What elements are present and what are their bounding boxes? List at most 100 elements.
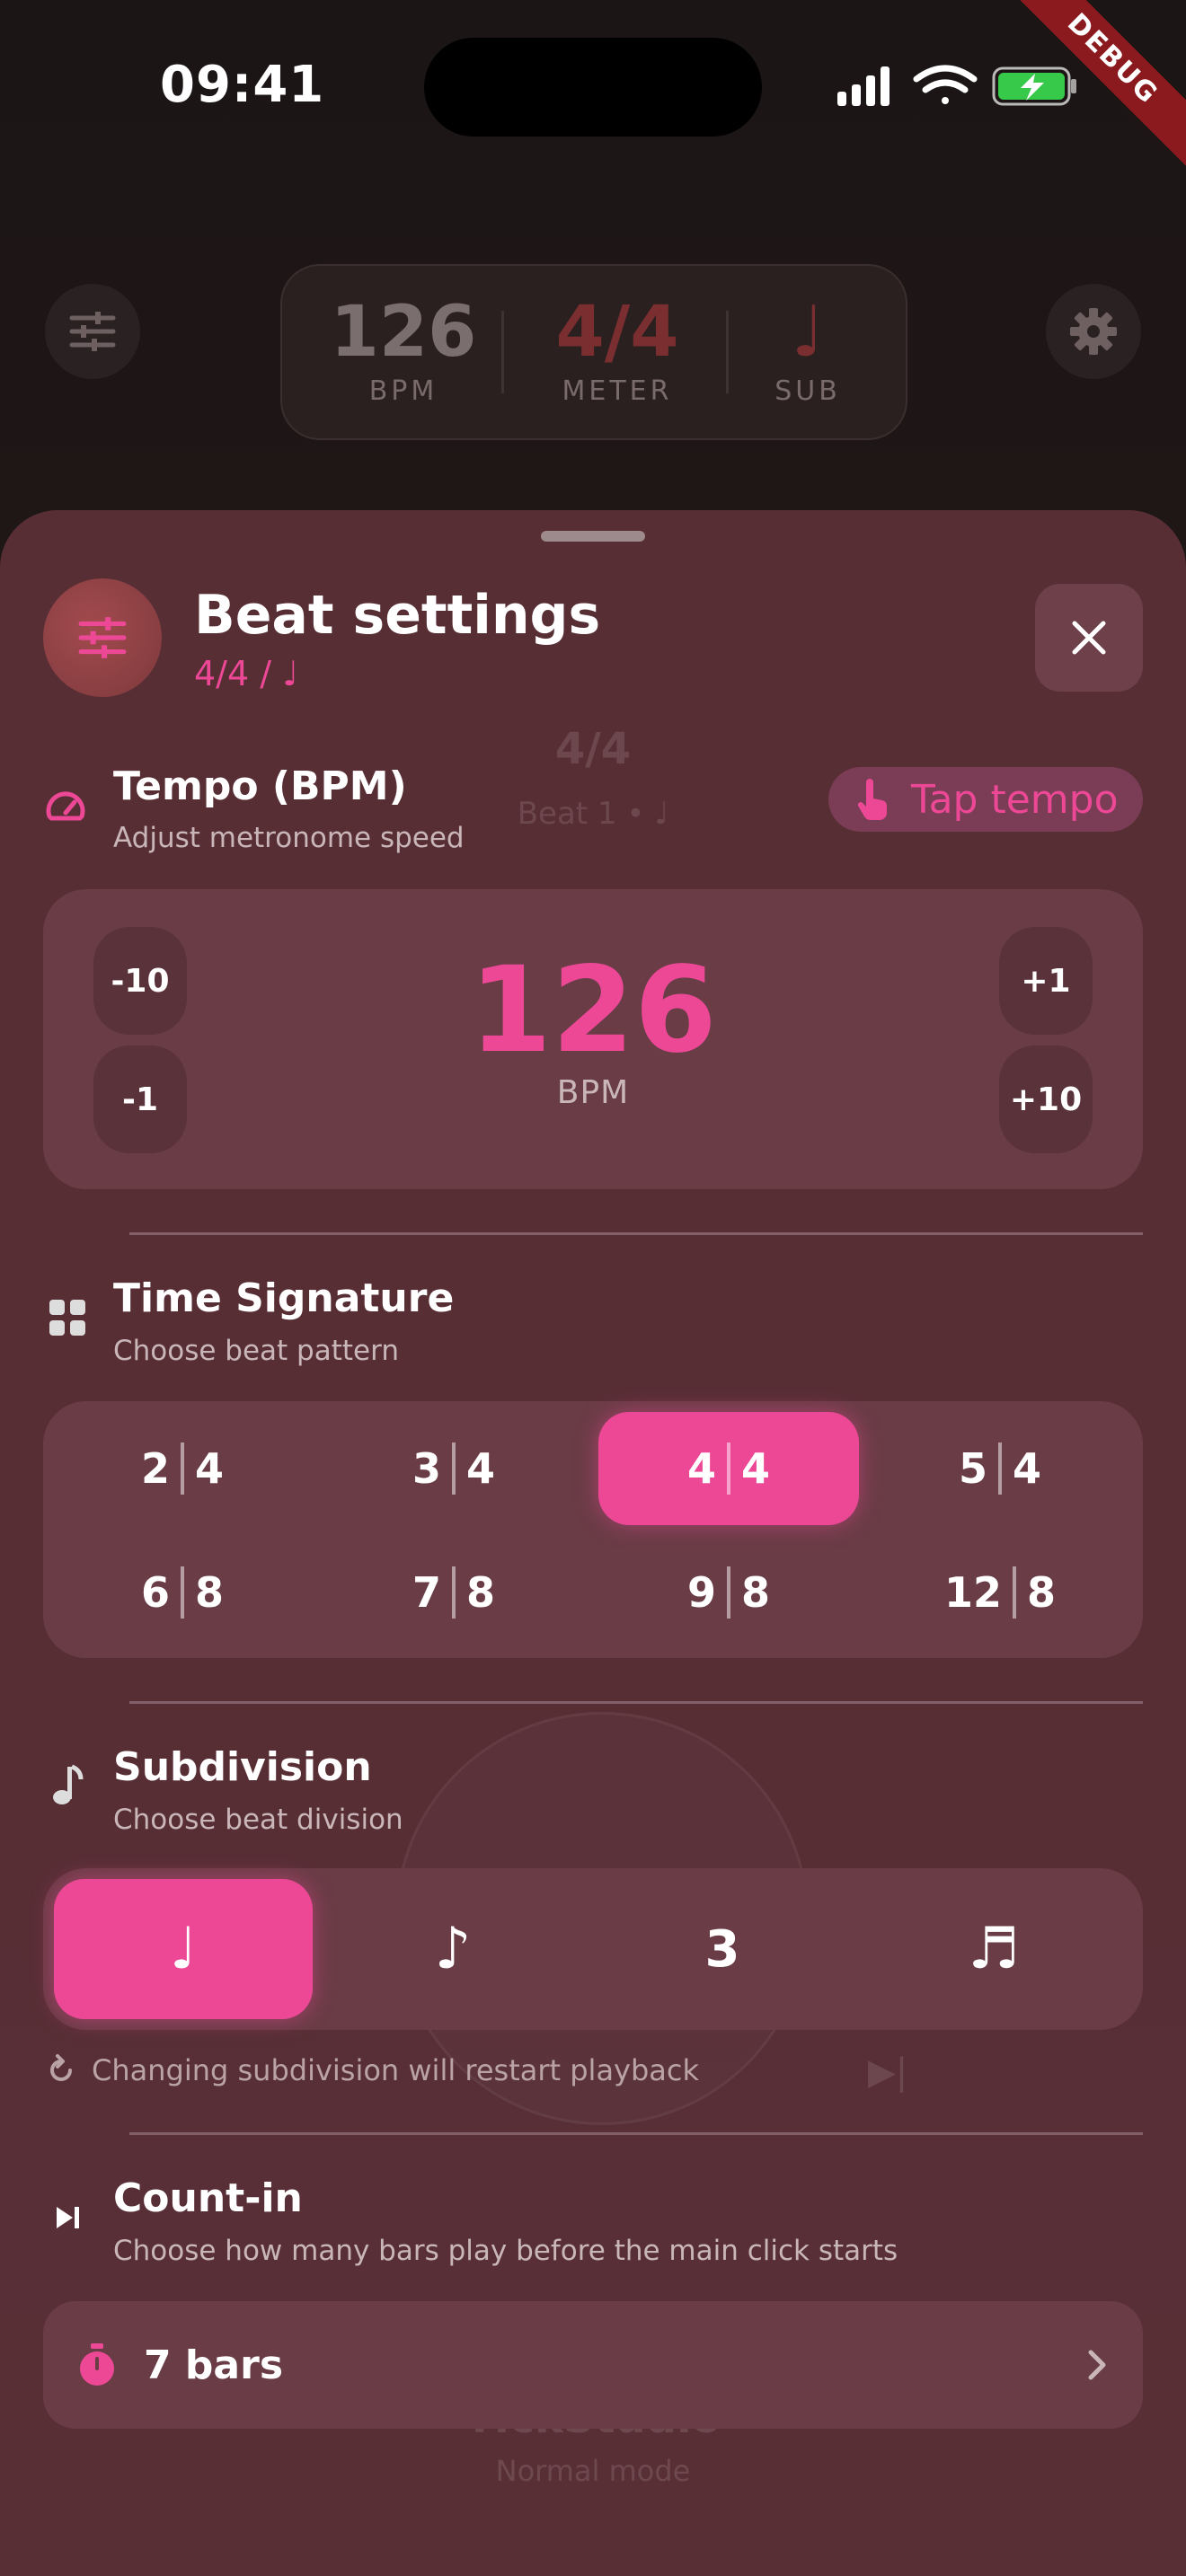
plus-1-button[interactable]: +1 [999,927,1093,1035]
stopwatch-icon [80,2343,114,2386]
tap-tempo-button[interactable]: Tap tempo [828,767,1143,832]
subdivision-symbol: 3 [704,1919,740,1979]
subdivision-subtitle: Choose beat division [113,1804,403,1836]
subdivision-option[interactable]: ♬ [864,1879,1123,2019]
battery-icon [992,66,1076,106]
ts-separator [452,1442,456,1495]
music-note-icon [45,1762,90,1807]
subdivision-title: Subdivision [113,1744,372,1790]
chevron-right-icon [1088,2350,1106,2380]
sheet-subtitle: 4/4 / ♩ [194,654,299,693]
time-signature-option[interactable]: 78 [323,1536,584,1649]
section-divider [129,1701,1143,1704]
gear-icon [1070,308,1117,355]
ts-numerator: 4 [686,1444,716,1493]
sliders-icon [69,312,116,351]
restart-icon [50,2054,72,2081]
bpm-unit-label: BPM [556,1074,630,1111]
time-signature-option[interactable]: 44 [598,1412,859,1525]
minus-1-button[interactable]: -1 [93,1045,187,1153]
hud-meter-label: METER [562,375,673,407]
hud-bpm-value: 126 [330,292,477,373]
count-in-selector[interactable]: 7 bars [43,2301,1143,2429]
time-signature-option[interactable]: 12 8 [870,1536,1130,1649]
ts-separator [998,1442,1002,1495]
hud-divider [726,311,729,393]
plus-10-button[interactable]: +10 [999,1045,1093,1153]
time-signature-option[interactable]: 68 [52,1536,313,1649]
sheet-header-icon [43,578,162,697]
close-icon [1072,621,1106,655]
ts-separator [727,1442,730,1495]
ts-denominator: 8 [1027,1568,1057,1617]
tap-tempo-label: Tap tempo [911,776,1119,823]
ts-numerator: 9 [686,1568,716,1617]
hud-sub-value: ♩ [791,292,825,373]
settings-button[interactable] [1046,284,1141,379]
time-signature-subtitle: Choose beat pattern [113,1335,399,1367]
hud-meter-value: 4/4 [555,292,679,373]
time-signature-option[interactable]: 54 [870,1412,1130,1525]
sheet-title: Beat settings [194,584,601,647]
tap-hand-icon [857,779,888,820]
hud-bpm-label: BPM [368,375,438,407]
subdivision-restart-note: Changing subdivision will restart playba… [45,2053,699,2087]
subdivision-symbol: ♬ [968,1916,1020,1982]
tempo-hud[interactable]: 126 BPM 4/4 METER ♩ SUB [280,264,907,440]
ts-denominator: 8 [466,1568,496,1617]
bg-beat: Beat 1 • ♩ [517,796,669,832]
time-signature-option[interactable]: 98 [598,1536,859,1649]
signal-icon [837,66,890,106]
speedometer-icon [43,783,88,828]
bg-skip-icon: ▶| [868,2051,908,2093]
hud-sub-label: SUB [774,375,841,407]
ts-separator [1013,1566,1016,1619]
ts-numerator: 6 [140,1568,170,1617]
count-in-title: Count-in [113,2175,303,2221]
ts-denominator: 4 [1013,1444,1042,1493]
section-divider [129,1232,1143,1235]
dynamic-island [424,38,762,137]
subdivision-option[interactable]: ♪ [323,1879,582,2019]
subdivision-note-text: Changing subdivision will restart playba… [92,2053,700,2087]
ts-separator [181,1566,184,1619]
subdivision-symbol: ♪ [434,1916,472,1982]
tempo-title: Tempo (BPM) [113,763,407,809]
time-signature-option[interactable]: 24 [52,1412,313,1525]
drag-handle[interactable] [541,531,645,542]
ts-separator [727,1566,730,1619]
ts-numerator: 7 [412,1568,441,1617]
ts-denominator: 8 [195,1568,225,1617]
status-icons [837,65,1076,106]
ts-separator [181,1442,184,1495]
time-signature-option[interactable]: 34 [323,1412,584,1525]
close-button[interactable] [1035,584,1143,692]
ts-numerator: 2 [140,1444,170,1493]
bpm-value[interactable]: 126 [431,943,755,1078]
ts-numerator: 12 [943,1568,1002,1617]
hud-divider [501,311,504,393]
ts-numerator: 5 [958,1444,987,1493]
ts-denominator: 4 [195,1444,225,1493]
status-time: 09:41 [160,56,325,114]
grid-icon [45,1295,90,1340]
tempo-subtitle: Adjust metronome speed [113,822,465,854]
wifi-icon [913,65,978,104]
ts-denominator: 4 [466,1444,496,1493]
sliders-icon [78,617,127,658]
ts-separator [452,1566,456,1619]
count-in-value: 7 bars [144,2342,284,2388]
subdivision-option[interactable]: ♩ [54,1879,313,2019]
section-divider [129,2132,1143,2135]
count-in-subtitle: Choose how many bars play before the mai… [113,2235,898,2267]
bg-meter: 4/4 [554,724,632,774]
ts-denominator: 8 [741,1568,771,1617]
ts-numerator: 3 [412,1444,441,1493]
mixer-button[interactable] [45,284,140,379]
skip-forward-icon [45,2195,90,2240]
minus-10-button[interactable]: -10 [93,927,187,1035]
subdivision-symbol: ♩ [169,1916,198,1982]
subdivision-option[interactable]: 3 [593,1879,852,2019]
time-signature-title: Time Signature [113,1275,455,1321]
bg-mode: Normal mode [495,2454,691,2488]
